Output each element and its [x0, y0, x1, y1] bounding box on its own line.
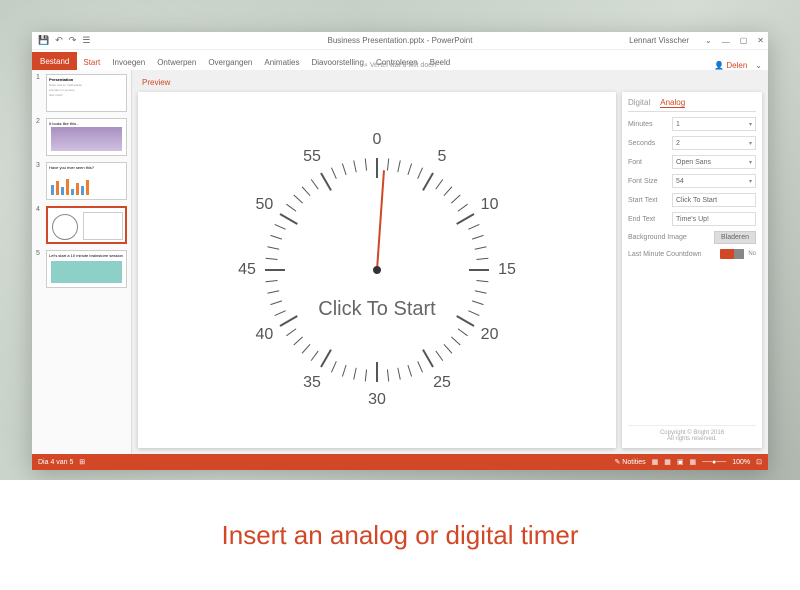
tab-digital[interactable]: Digital	[628, 98, 650, 108]
zoom-level[interactable]: 100%	[732, 459, 750, 466]
row-minutes: Minutes 1▾	[628, 117, 756, 131]
thumb-3[interactable]: 3 Have you ever seen this?	[36, 162, 127, 200]
clock-number: 40	[256, 326, 274, 344]
row-countdown: Last Minute Countdown No	[628, 249, 756, 259]
qat-more-icon[interactable]: ☰	[82, 35, 90, 46]
browse-button[interactable]: Bladeren	[714, 231, 756, 244]
ribbon-options-icon[interactable]: ⌄	[705, 36, 712, 45]
title-bar: 💾 ↶ ↷ ☰ Business Presentation.pptx - Pow…	[32, 32, 768, 50]
close-icon[interactable]: ✕	[757, 36, 764, 45]
save-icon[interactable]: 💾	[38, 35, 49, 46]
chevron-down-icon: ▾	[749, 140, 752, 147]
clock-number: 0	[373, 131, 382, 149]
chevron-down-icon: ▾	[749, 121, 752, 128]
view-reading-icon[interactable]: ▣	[677, 458, 684, 466]
share-area: 👤 Delen ⌄	[714, 61, 762, 70]
maximize-icon[interactable]: ▢	[740, 36, 748, 45]
seconds-input[interactable]: 2▾	[672, 136, 756, 150]
row-endtext: End Text Time's Up!	[628, 212, 756, 226]
row-starttext: Start Text Click To Start	[628, 193, 756, 207]
clock-number: 10	[481, 196, 499, 214]
slide-canvas[interactable]: Click To Start 0 5 10 15 20 25 30 35 40 45 50 55	[138, 92, 616, 448]
thumb-1[interactable]: 1 PresentationDolor sed eu malesuadainte…	[36, 74, 127, 112]
user-name[interactable]: Lennart Visscher	[629, 36, 689, 45]
file-tab[interactable]: Bestand	[32, 52, 77, 70]
zoom-slider[interactable]: ──●──	[702, 459, 726, 466]
panel-tabs: Digital Analog	[628, 98, 756, 112]
clock-number: 15	[498, 261, 516, 279]
share-button[interactable]: 👤 Delen	[714, 61, 747, 70]
view-normal-icon[interactable]: ▦	[652, 458, 659, 466]
quick-access-toolbar: 💾 ↶ ↷ ☰	[32, 35, 90, 46]
thumb-5[interactable]: 5 Let's start a 10 minute brainstorm ses…	[36, 250, 127, 288]
slide-counter: Dia 4 van 5 ⊞	[38, 458, 85, 466]
view-slideshow-icon[interactable]: ▦	[690, 458, 697, 466]
tell-me-search[interactable]: ⌕ Vertel wat u wilt doen	[364, 62, 436, 70]
view-sorter-icon[interactable]: ▦	[664, 458, 671, 466]
timer-settings-panel: Digital Analog Minutes 1▾ Seconds 2▾ Fon…	[622, 92, 762, 448]
tab-ontwerpen[interactable]: Ontwerpen	[151, 55, 202, 70]
tab-start[interactable]: Start	[77, 55, 106, 70]
starttext-input[interactable]: Click To Start	[672, 193, 756, 207]
clock-number: 55	[303, 148, 321, 166]
row-bg: Background Image Bladeren	[628, 231, 756, 244]
window-title: Business Presentation.pptx - PowerPoint	[328, 36, 473, 45]
comments-icon[interactable]: ⌄	[755, 61, 762, 70]
slide-editor: Preview Click To Start 0 5 10 15 20 25 30 35 40 4…	[132, 70, 768, 454]
status-bar: Dia 4 van 5 ⊞ ✎ Notities ▦ ▦ ▣ ▦ ──●── 1…	[32, 454, 768, 470]
notes-button[interactable]: ✎ Notities	[614, 458, 645, 466]
powerpoint-window: 💾 ↶ ↷ ☰ Business Presentation.pptx - Pow…	[32, 32, 768, 470]
tab-diavoorstelling[interactable]: Diavoorstelling	[305, 55, 369, 70]
redo-icon[interactable]: ↷	[69, 35, 77, 46]
analog-clock[interactable]: Click To Start 0 5 10 15 20 25 30 35 40 45 50 55	[237, 130, 517, 410]
clock-number: 20	[481, 326, 499, 344]
row-seconds: Seconds 2▾	[628, 136, 756, 150]
countdown-toggle[interactable]	[720, 249, 744, 259]
tab-overgangen[interactable]: Overgangen	[202, 55, 258, 70]
tab-analog[interactable]: Analog	[660, 98, 685, 108]
clock-number: 35	[303, 374, 321, 392]
clock-number: 50	[256, 196, 274, 214]
font-select[interactable]: Open Sans▾	[672, 155, 756, 169]
endtext-input[interactable]: Time's Up!	[672, 212, 756, 226]
chevron-down-icon: ▾	[749, 159, 752, 166]
content-area: 1 PresentationDolor sed eu malesuadainte…	[32, 70, 768, 454]
thumb-4[interactable]: 4	[36, 206, 127, 244]
preview-label: Preview	[142, 78, 170, 87]
tab-invoegen[interactable]: Invoegen	[106, 55, 151, 70]
tab-animaties[interactable]: Animaties	[258, 55, 305, 70]
clock-center-dot	[373, 266, 381, 274]
clock-number: 5	[438, 148, 447, 166]
row-fontsize: Font Size 54▾	[628, 174, 756, 188]
clock-start-text[interactable]: Click To Start	[318, 298, 435, 321]
panel-footer: Copyright © Bright 2016 All rights reser…	[628, 425, 756, 442]
status-right: ✎ Notities ▦ ▦ ▣ ▦ ──●── 100% ⊡	[614, 458, 762, 466]
chevron-down-icon: ▾	[749, 178, 752, 185]
window-controls: Lennart Visscher ⌄ ⎼ ▢ ✕	[629, 36, 764, 46]
fit-icon[interactable]: ⊡	[756, 458, 762, 466]
minimize-icon[interactable]: ⎼	[722, 36, 730, 46]
clock-number: 30	[368, 391, 386, 409]
marketing-caption: Insert an analog or digital timer	[0, 480, 800, 590]
thumb-2[interactable]: 2 It looks like this...	[36, 118, 127, 156]
clock-number: 25	[433, 374, 451, 392]
slide-thumbnails: 1 PresentationDolor sed eu malesuadainte…	[32, 70, 132, 454]
row-font: Font Open Sans▾	[628, 155, 756, 169]
undo-icon[interactable]: ↶	[55, 35, 63, 46]
ribbon: Bestand Start Invoegen Ontwerpen Overgan…	[32, 50, 768, 70]
clock-number: 45	[238, 261, 256, 279]
minutes-input[interactable]: 1▾	[672, 117, 756, 131]
fontsize-input[interactable]: 54▾	[672, 174, 756, 188]
